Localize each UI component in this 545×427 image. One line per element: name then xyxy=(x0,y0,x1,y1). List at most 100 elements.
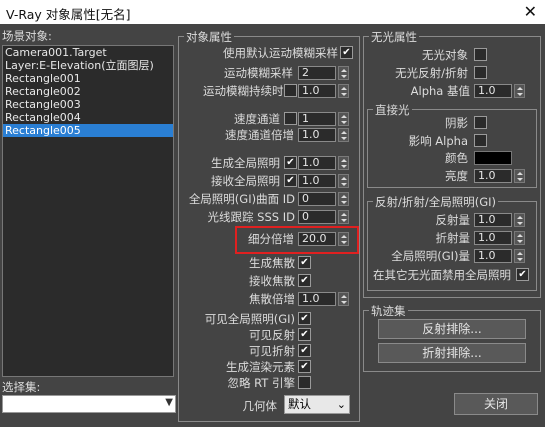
chevron-down-icon: ⌄ xyxy=(336,398,346,411)
velocity-channel-value[interactable]: 1 xyxy=(298,112,336,126)
caustics-mult-value[interactable]: 1.0 xyxy=(298,292,336,306)
refr-amount-spinner[interactable]: 1.0 xyxy=(474,231,527,245)
spinner-arrows-icon[interactable] xyxy=(514,249,525,263)
affect-alpha-label: 影响 Alpha xyxy=(408,134,468,148)
mb-duration-checkbox[interactable] xyxy=(284,84,297,97)
refl-refr-gi-title: 反射/折射/全局照明(GI) xyxy=(373,194,499,210)
spinner-arrows-icon[interactable] xyxy=(338,156,349,170)
visible-refr-checkbox[interactable]: ✔ xyxy=(298,344,311,357)
spinner-arrows-icon[interactable] xyxy=(338,174,349,188)
caustics-mult-label: 焦散倍增 xyxy=(249,292,295,306)
scene-objects-label: 场景对象: xyxy=(2,29,52,43)
mb-duration-spinner[interactable]: 1.0 xyxy=(298,84,351,98)
use-default-mb-label: 使用默认运动模糊采样 xyxy=(223,46,338,60)
gen-gi-spinner[interactable]: 1.0 xyxy=(298,156,351,170)
color-label: 颜色 xyxy=(445,151,468,165)
color-swatch[interactable] xyxy=(474,151,512,165)
caustics-mult-spinner[interactable]: 1.0 xyxy=(298,292,351,306)
gi-surface-id-value[interactable]: 0 xyxy=(298,192,336,206)
mb-duration-value[interactable]: 1.0 xyxy=(298,84,336,98)
spinner-arrows-icon[interactable] xyxy=(338,232,349,246)
geometry-label: 几何体 xyxy=(242,399,278,413)
refr-amount-value[interactable]: 1.0 xyxy=(474,231,512,245)
gi-amount-value[interactable]: 1.0 xyxy=(474,249,512,263)
subdiv-mult-value[interactable]: 20.0 xyxy=(298,232,336,246)
recv-gi-spinner[interactable]: 1.0 xyxy=(298,174,351,188)
direct-light-title: 直接光 xyxy=(373,102,412,118)
list-item[interactable]: Layer:E-Elevation(立面图层) xyxy=(3,59,173,72)
velocity-channel-label: 速度通道 xyxy=(234,112,280,126)
list-item[interactable]: Camera001.Target xyxy=(3,46,173,59)
velocity-channel-spinner[interactable]: 1 xyxy=(298,112,351,126)
gen-render-elem-checkbox[interactable]: ✔ xyxy=(298,360,311,373)
spinner-arrows-icon[interactable] xyxy=(338,112,349,126)
reflection-exclude-button[interactable]: 反射排除... xyxy=(378,319,526,339)
visible-gi-label: 可见全局照明(GI) xyxy=(204,312,295,326)
recv-caustics-checkbox[interactable]: ✔ xyxy=(298,274,311,287)
no-gi-other-matte-label: 在其它无光面禁用全局照明 xyxy=(373,268,511,282)
recv-gi-value[interactable]: 1.0 xyxy=(298,174,336,188)
gen-gi-checkbox[interactable]: ✔ xyxy=(284,156,297,169)
subdiv-mult-spinner[interactable]: 20.0 xyxy=(298,232,351,246)
velocity-mult-spinner[interactable]: 1.0 xyxy=(298,128,351,142)
use-default-mb-checkbox[interactable]: ✔ xyxy=(340,46,353,59)
refl-amount-value[interactable]: 1.0 xyxy=(474,213,512,227)
gi-amount-label: 全局照明(GI)量 xyxy=(391,249,470,263)
gen-caustics-checkbox[interactable]: ✔ xyxy=(298,256,311,269)
alpha-base-value[interactable]: 1.0 xyxy=(474,84,512,98)
mb-samples-spinner[interactable]: 2 xyxy=(298,66,351,80)
scene-objects-list[interactable]: Camera001.Target Layer:E-Elevation(立面图层)… xyxy=(2,45,174,377)
close-icon[interactable]: ✕ xyxy=(524,2,537,21)
affect-alpha-checkbox[interactable] xyxy=(474,134,487,147)
spinner-arrows-icon[interactable] xyxy=(514,169,525,183)
velocity-channel-checkbox[interactable] xyxy=(284,112,297,125)
geometry-dropdown[interactable]: 默认 ⌄ xyxy=(284,395,350,414)
matte-properties-title: 无光属性 xyxy=(369,29,419,45)
mb-samples-value[interactable]: 2 xyxy=(298,66,336,80)
spinner-arrows-icon[interactable] xyxy=(338,128,349,142)
list-item[interactable]: Rectangle004 xyxy=(3,111,173,124)
matte-refl-checkbox[interactable] xyxy=(474,66,487,79)
spinner-arrows-icon[interactable] xyxy=(338,66,349,80)
gi-amount-spinner[interactable]: 1.0 xyxy=(474,249,527,263)
matte-object-label: 无光对象 xyxy=(422,48,468,62)
no-gi-other-matte-checkbox[interactable]: ✔ xyxy=(516,268,529,281)
brightness-spinner[interactable]: 1.0 xyxy=(474,169,527,183)
mb-duration-label: 运动模糊持续时间 xyxy=(203,84,295,98)
shadows-label: 阴影 xyxy=(445,116,468,130)
gen-gi-label: 生成全局照明 xyxy=(211,156,280,170)
ignore-rt-checkbox[interactable] xyxy=(298,376,311,389)
gi-surface-id-label: 全局照明(GI)曲面 ID xyxy=(188,192,295,206)
spinner-arrows-icon[interactable] xyxy=(338,292,349,306)
spinner-arrows-icon[interactable] xyxy=(514,84,525,98)
list-item[interactable]: Rectangle001 xyxy=(3,72,173,85)
spinner-arrows-icon[interactable] xyxy=(338,84,349,98)
refl-amount-spinner[interactable]: 1.0 xyxy=(474,213,527,227)
matte-object-checkbox[interactable] xyxy=(474,48,487,61)
list-item-selected[interactable]: Rectangle005 xyxy=(3,124,173,137)
alpha-base-spinner[interactable]: 1.0 xyxy=(474,84,527,98)
gi-surface-id-spinner[interactable]: 0 xyxy=(298,192,351,206)
list-item[interactable]: Rectangle003 xyxy=(3,98,173,111)
close-button[interactable]: 关闭 xyxy=(454,393,538,415)
sss-id-spinner[interactable]: 0 xyxy=(298,210,351,224)
spinner-arrows-icon[interactable] xyxy=(514,231,525,245)
spinner-arrows-icon[interactable] xyxy=(338,210,349,224)
sss-id-value[interactable]: 0 xyxy=(298,210,336,224)
spinner-arrows-icon[interactable] xyxy=(338,192,349,206)
spinner-arrows-icon[interactable] xyxy=(514,213,525,227)
shadows-checkbox[interactable] xyxy=(474,116,487,129)
list-item[interactable]: Rectangle002 xyxy=(3,85,173,98)
recv-gi-checkbox[interactable]: ✔ xyxy=(284,174,297,187)
gen-caustics-label: 生成焦散 xyxy=(249,256,295,270)
velocity-mult-value[interactable]: 1.0 xyxy=(298,128,336,142)
brightness-value[interactable]: 1.0 xyxy=(474,169,512,183)
visible-gi-checkbox[interactable]: ✔ xyxy=(298,312,311,325)
selection-set-combo[interactable]: ▼ xyxy=(2,395,176,413)
subdiv-mult-label: 细分倍增 xyxy=(248,232,294,246)
refraction-exclude-button[interactable]: 折射排除... xyxy=(378,343,526,363)
velocity-mult-label: 速度通道倍增 xyxy=(225,128,294,142)
visible-refr-label: 可见折射 xyxy=(249,344,295,358)
gen-gi-value[interactable]: 1.0 xyxy=(298,156,336,170)
visible-refl-checkbox[interactable]: ✔ xyxy=(298,328,311,341)
